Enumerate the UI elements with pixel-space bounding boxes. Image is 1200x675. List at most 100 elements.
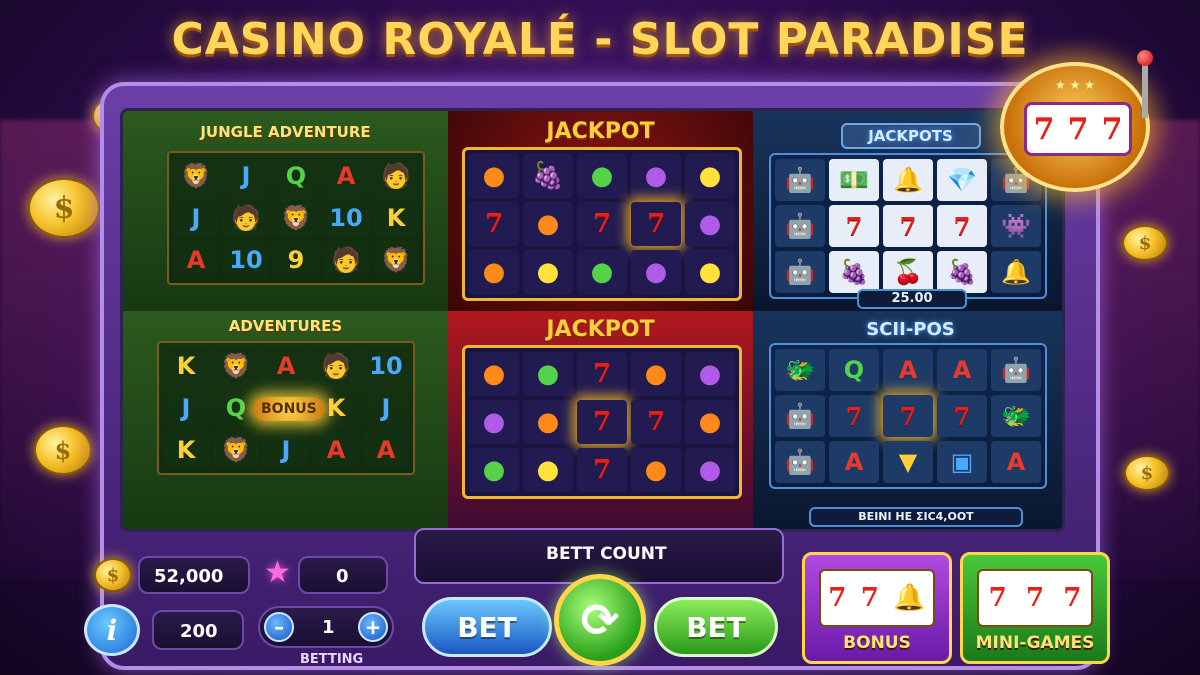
card-symbol: A	[323, 157, 369, 195]
capsule-symbol: ▣	[937, 441, 987, 483]
seven-symbol: 7	[631, 400, 681, 444]
bet-amount-value: 200	[180, 621, 218, 642]
diamond-symbol: 💎	[937, 159, 987, 201]
seven-symbol: 7	[883, 395, 933, 437]
card-symbol: J	[263, 431, 309, 469]
explorer-symbol: 🧑	[223, 199, 269, 237]
increase-bet-button[interactable]: +	[358, 612, 388, 642]
star-icon: ★	[264, 555, 291, 590]
explorer-symbol: 🧑	[323, 241, 369, 279]
panel-scii-pos[interactable]: SCII-POS 🐲 Q A A 🤖 🤖 7 7 7 🐲 🤖 A ▼ ▣ A BEINI HE ΣIC4,O…	[753, 311, 1062, 529]
game-screen: JUNGLE ADVENTURE 🦁 J Q A 🧑 J 🧑 🦁 10 K A 10 9 🧑 🦁 JACKP…	[120, 108, 1065, 532]
gem-symbol: ▼	[883, 441, 933, 483]
star-balance: 0	[298, 556, 388, 594]
robot-symbol: 🤖	[775, 251, 825, 293]
cash-symbol: 💵	[829, 159, 879, 201]
orange-symbol: ●	[631, 448, 681, 492]
reel-grid: ● 🍇 ● ● ● 7 ● 7 7 ● ● ● ● ● ●	[462, 147, 742, 301]
panel-title: SCII-POS	[866, 319, 955, 340]
grapefruit-symbol: ●	[685, 400, 735, 444]
panel-title: JACKPOTS	[868, 127, 953, 145]
card-symbol: 10	[323, 199, 369, 237]
mini-games-card[interactable]: 7 7 7 MINI-GAMES	[960, 552, 1110, 664]
card-symbol: A	[991, 441, 1041, 483]
bonus-card[interactable]: 7 7 🔔 BONUS	[802, 552, 952, 664]
panel-footer: BEINI HE ΣIC4,OOT	[809, 507, 1023, 527]
info-button[interactable]: i	[84, 604, 140, 656]
card-symbol: K	[163, 347, 209, 385]
seven-symbol: 7	[577, 202, 627, 246]
coin-icon: $	[28, 178, 100, 238]
beast-symbol: 🐲	[775, 349, 825, 391]
bet-count-label: BETT COUNT	[546, 544, 667, 564]
orange-symbol: ●	[469, 154, 519, 198]
card-symbol: J	[173, 199, 219, 237]
orange-symbol: ●	[523, 400, 573, 444]
card-symbol: K	[163, 431, 209, 469]
seven-symbol: 7	[829, 395, 879, 437]
bonus-card-reels: 7 7 🔔	[819, 569, 935, 627]
panel-title: JACKPOT	[546, 317, 655, 342]
card-symbol: A	[173, 241, 219, 279]
seven-symbol: 7	[577, 352, 627, 396]
jackpot-value: 25.00	[857, 289, 967, 309]
card-symbol: A	[937, 349, 987, 391]
grapes-symbol: 🍇	[523, 154, 573, 198]
lion-symbol: 🦁	[213, 431, 259, 469]
bet-stepper: – 1 +	[258, 606, 394, 648]
mini-seven: 7	[828, 583, 847, 613]
mini-games-card-label: MINI-GAMES	[975, 633, 1095, 653]
seven-symbol: 7	[469, 202, 519, 246]
game-title: CASINO ROYALÉ - SLOT PARADISE	[171, 14, 1029, 65]
bonus-badge: BONUS	[253, 397, 325, 421]
lemon-symbol: ●	[523, 250, 573, 294]
panel-title: JUNGLE ADVENTURE	[200, 123, 371, 141]
robot-symbol: 🤖	[775, 441, 825, 483]
robot-symbol: 🤖	[775, 205, 825, 247]
card-symbol: A	[363, 431, 409, 469]
badge-seven: 7	[1067, 111, 1089, 147]
plum-symbol: ●	[685, 202, 735, 246]
orange-symbol: ●	[469, 352, 519, 396]
lemon-symbol: ●	[685, 154, 735, 198]
lion-symbol: 🦁	[373, 241, 419, 279]
bet-right-button[interactable]: BET	[654, 597, 778, 657]
spin-button[interactable]: ⟳	[554, 574, 646, 666]
stars-decoration: ★ ★ ★	[1055, 78, 1095, 92]
bell-symbol: 🔔	[991, 251, 1041, 293]
card-symbol: J	[223, 157, 269, 195]
mini-seven: 7	[988, 583, 1007, 613]
decrease-bet-button[interactable]: –	[264, 612, 294, 642]
alien-symbol: 👾	[991, 205, 1041, 247]
stepper-value: 1	[322, 617, 335, 638]
orange-symbol: ●	[469, 250, 519, 294]
coin-balance-value: 52,000	[154, 566, 224, 587]
refresh-icon: ⟳	[580, 593, 620, 647]
panel-jackpot-top[interactable]: JACKPOT ● 🍇 ● ● ● 7 ● 7 7 ● ● ● ● ● ●	[448, 111, 753, 311]
bell-icon: 🔔	[893, 583, 926, 613]
card-symbol: J	[363, 389, 409, 427]
panel-jackpot-bottom[interactable]: JACKPOT ● ● 7 ● ● ● ● 7 7 ● ● ● 7 ● ●	[448, 311, 753, 529]
lime-symbol: ●	[577, 250, 627, 294]
panel-title: ADVENTURES	[228, 317, 343, 335]
card-symbol: A	[883, 349, 933, 391]
reel-grid: 🐲 Q A A 🤖 🤖 7 7 7 🐲 🤖 A ▼ ▣ A	[769, 343, 1047, 489]
panel-jungle-adventure[interactable]: JUNGLE ADVENTURE 🦁 J Q A 🧑 J 🧑 🦁 10 K A 10 9 🧑 🦁	[123, 111, 448, 311]
robot-symbol: 🤖	[991, 349, 1041, 391]
seven-symbol: 7	[883, 205, 933, 247]
bet-left-button[interactable]: BET	[422, 597, 552, 657]
coin-balance: 52,000	[138, 556, 250, 594]
grapes-symbol: 🍇	[937, 251, 987, 293]
card-symbol: A	[829, 441, 879, 483]
coin-icon: $	[34, 425, 92, 475]
orange-symbol: ●	[523, 202, 573, 246]
panel-title: JACKPOT	[546, 119, 655, 144]
card-symbol: A	[313, 431, 359, 469]
lime-symbol: ●	[469, 448, 519, 492]
card-symbol: J	[163, 389, 209, 427]
lime-symbol: ●	[577, 154, 627, 198]
cherry-symbol: 🍒	[883, 251, 933, 293]
orange-symbol: ●	[631, 352, 681, 396]
betting-label: BETTING	[300, 652, 364, 667]
panel-adventures[interactable]: ADVENTURES K🦁A🧑10JQ✪KJK🦁JAA BONUS	[123, 311, 448, 529]
